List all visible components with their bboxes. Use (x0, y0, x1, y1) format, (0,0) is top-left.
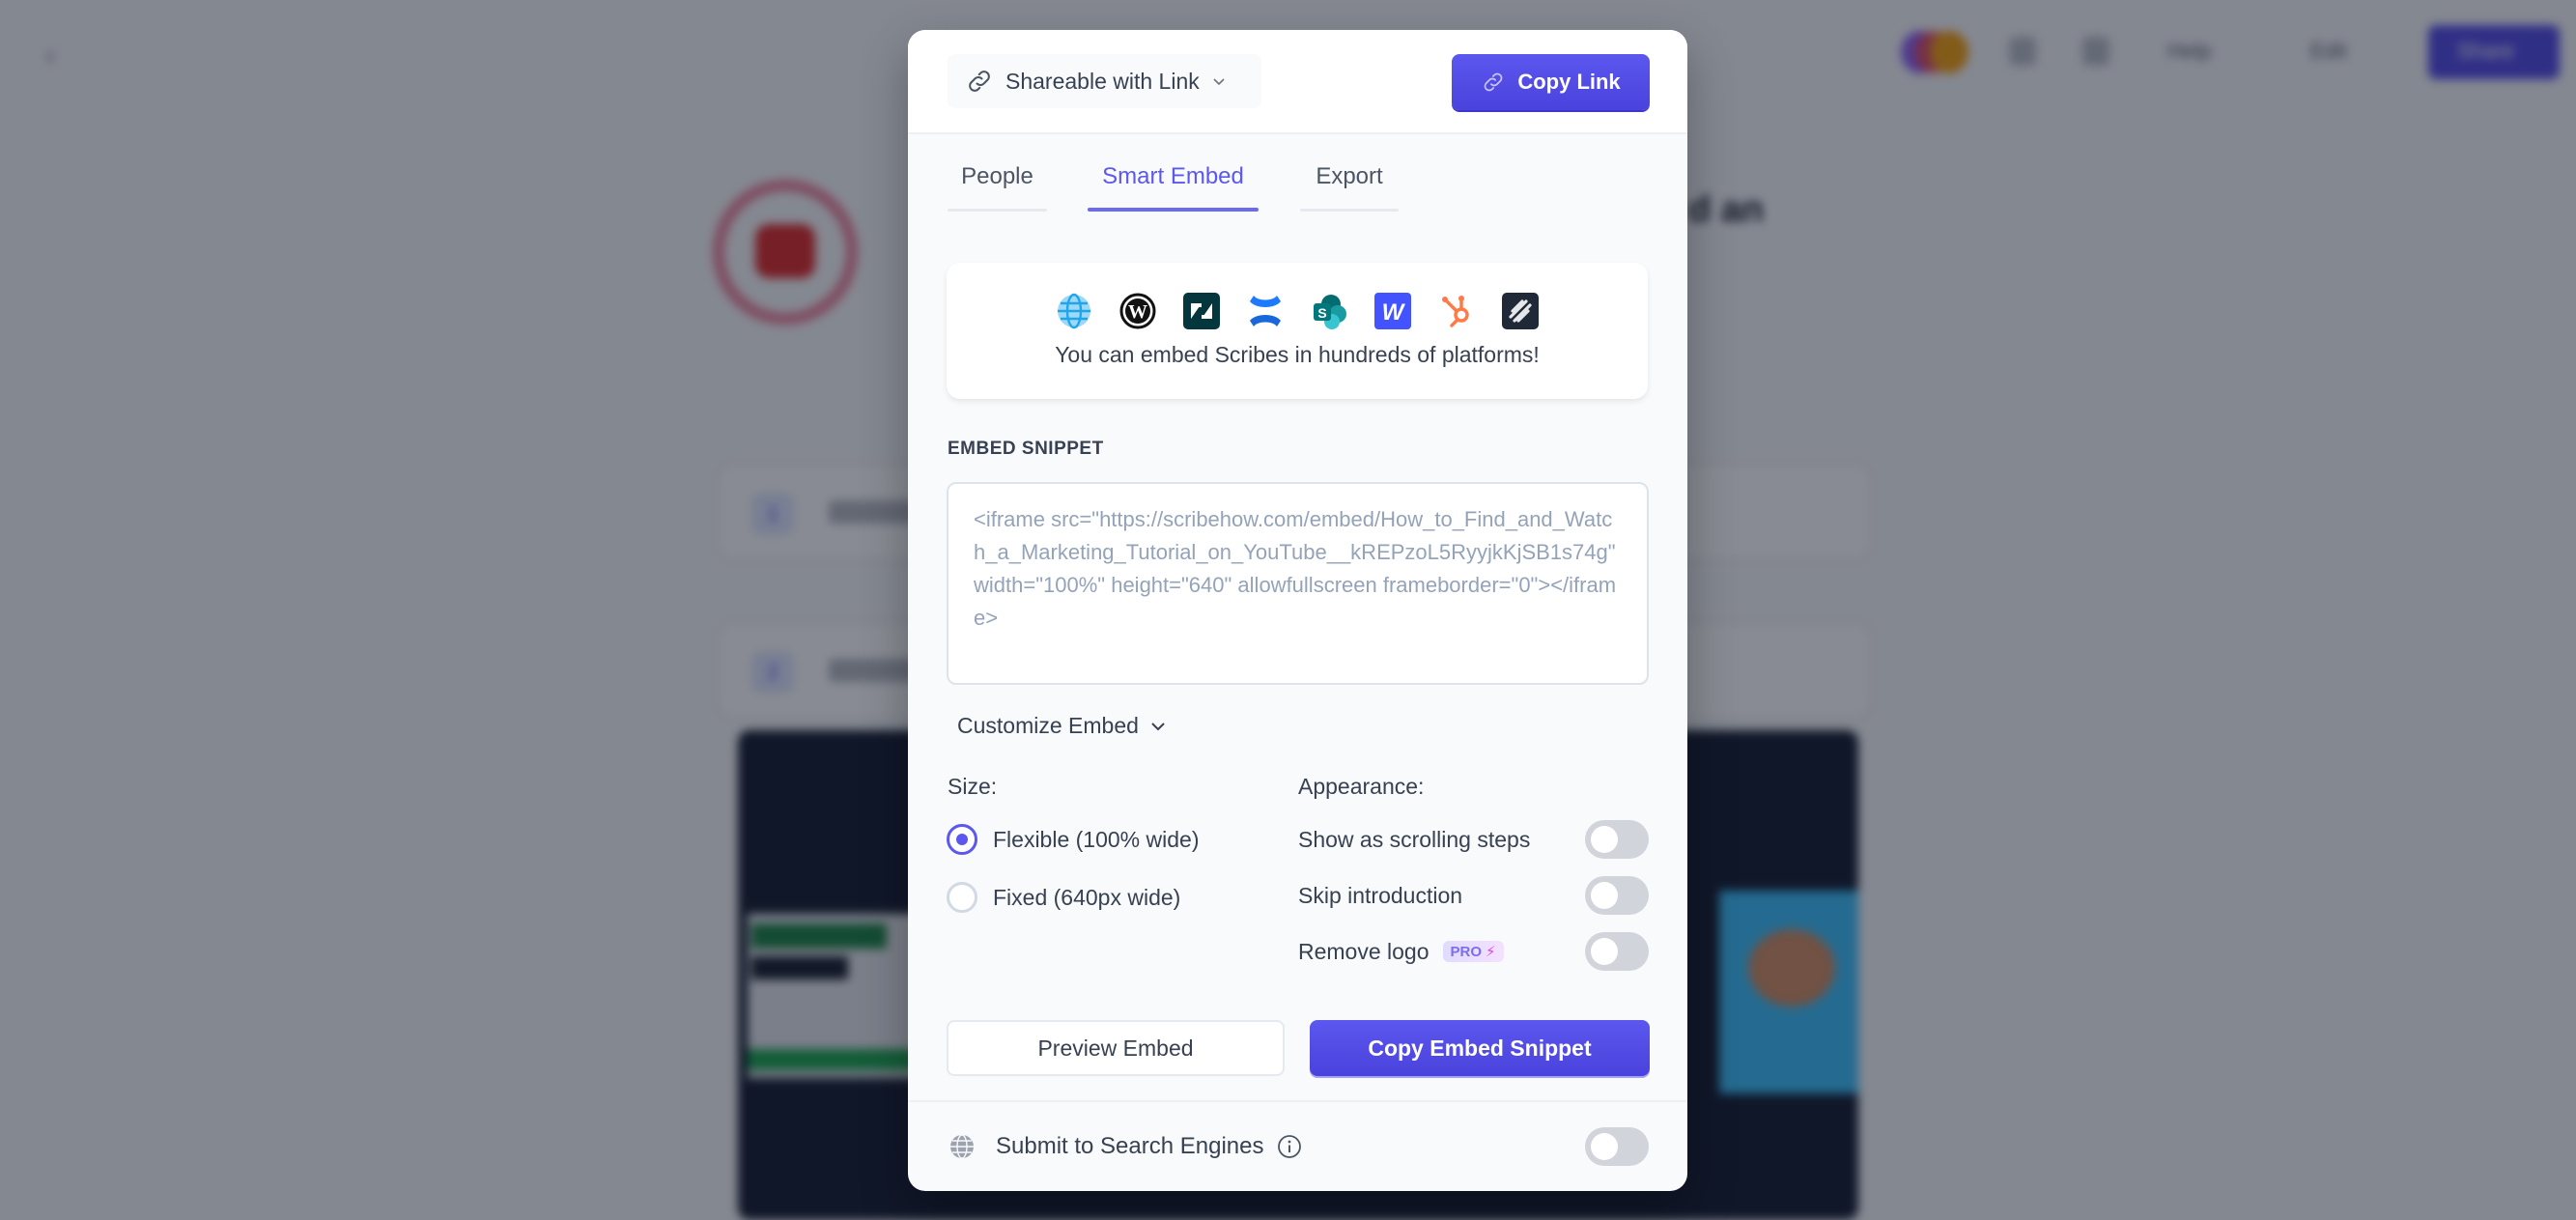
size-label: Size: (948, 774, 998, 799)
toggle-label: Show as scrolling steps (1298, 826, 1531, 852)
tab-label: Smart Embed (1102, 163, 1244, 189)
toggle-row-remove-logo: Remove logo PRO ⚡ (1298, 931, 1649, 972)
webflow-icon: W (1374, 293, 1411, 329)
platforms-description: You can embed Scribes in hundreds of pla… (1055, 342, 1540, 367)
svg-text:S: S (1317, 305, 1326, 321)
lightning-icon: ⚡ (1486, 944, 1496, 960)
preview-embed-button[interactable]: Preview Embed (947, 1020, 1285, 1076)
link-icon (1484, 72, 1503, 92)
search-engines-toggle[interactable] (1585, 1127, 1649, 1166)
embed-snippet-textarea[interactable]: <iframe src="https://scribehow.com/embed… (947, 482, 1649, 685)
size-option-flexible[interactable]: Flexible (100% wide) (947, 824, 1199, 855)
pro-badge: PRO ⚡ (1442, 941, 1504, 962)
customize-embed-toggle[interactable]: Customize Embed (957, 713, 1168, 739)
search-engines-row: Submit to Search Engines (948, 1127, 1649, 1166)
info-icon[interactable] (1276, 1133, 1303, 1160)
customize-embed-label: Customize Embed (957, 713, 1139, 738)
globe-icon (950, 1134, 974, 1159)
remove-logo-toggle[interactable] (1585, 932, 1649, 971)
divider (908, 1100, 1687, 1102)
confluence-icon (1250, 296, 1281, 326)
copy-link-label: Copy Link (1517, 70, 1621, 94)
tab-people[interactable]: People (948, 163, 1047, 212)
chevron-down-icon (1151, 722, 1165, 730)
wordpress-icon: W (1119, 293, 1156, 329)
scrolling-steps-toggle[interactable] (1585, 820, 1649, 859)
toggle-label: Skip introduction (1298, 882, 1463, 908)
toggle-label: Remove logo (1298, 938, 1430, 964)
toggle-row-skip-intro: Skip introduction (1298, 875, 1649, 916)
hubspot-icon (1442, 296, 1469, 327)
copy-link-button[interactable]: Copy Link (1452, 54, 1650, 110)
radio-button[interactable] (947, 824, 977, 855)
globe-icon (1058, 293, 1090, 329)
platforms-card: W S W You can embed Scribes in hundreds … (947, 263, 1648, 399)
share-modal: Shareable with Link Copy Link People Sma… (908, 30, 1687, 1191)
appearance-label: Appearance: (1298, 774, 1425, 799)
platform-icons: W S W (947, 292, 1648, 330)
toggle-row-scrolling-steps: Show as scrolling steps (1298, 819, 1649, 860)
chevron-down-icon (1213, 78, 1225, 86)
copy-embed-snippet-button[interactable]: Copy Embed Snippet (1310, 1020, 1650, 1076)
link-icon (969, 71, 990, 92)
radio-button[interactable] (947, 882, 977, 913)
zendesk-icon (1183, 293, 1220, 329)
svg-text:W: W (1128, 301, 1147, 323)
search-engines-label: Submit to Search Engines (996, 1133, 1264, 1159)
embed-snippet-label: EMBED SNIPPET (948, 439, 1104, 459)
tab-export[interactable]: Export (1300, 163, 1399, 212)
sharepoint-icon: S (1314, 295, 1346, 329)
size-option-fixed[interactable]: Fixed (640px wide) (947, 882, 1180, 913)
modal-header: Shareable with Link Copy Link (908, 30, 1687, 134)
share-visibility-select[interactable]: Shareable with Link (948, 54, 1261, 108)
svg-text:W: W (1382, 299, 1406, 326)
radio-label: Fixed (640px wide) (993, 884, 1181, 910)
tab-smart-embed[interactable]: Smart Embed (1088, 163, 1259, 212)
tab-label: Export (1316, 163, 1383, 189)
skip-intro-toggle[interactable] (1585, 876, 1649, 915)
tab-label: People (961, 163, 1033, 189)
share-select-label: Shareable with Link (1005, 68, 1200, 94)
squarespace-icon (1502, 293, 1539, 329)
radio-label: Flexible (100% wide) (993, 826, 1200, 852)
